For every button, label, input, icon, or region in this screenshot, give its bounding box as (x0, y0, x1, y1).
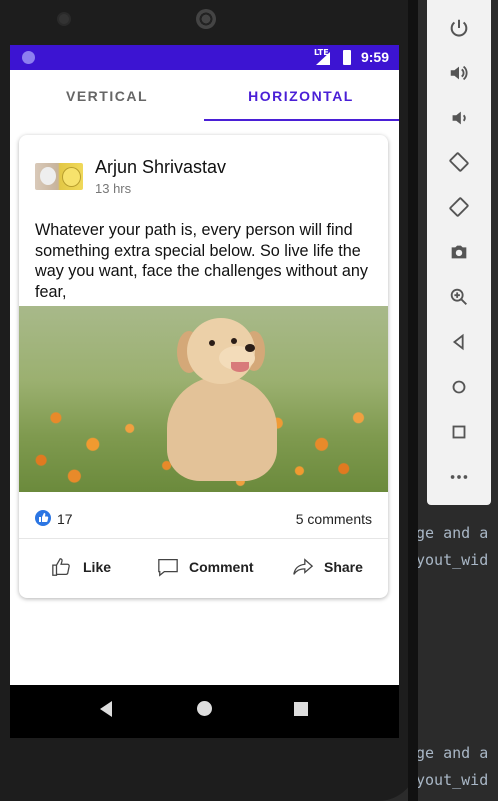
code-line: ge and a (416, 524, 489, 542)
nav-overview-icon[interactable] (294, 702, 308, 716)
phone-frame: LTE 9:59 VERTICAL HORIZONTAL Arjun Shriv… (0, 0, 418, 801)
back-icon[interactable] (427, 320, 491, 364)
status-bar: LTE 9:59 (10, 45, 399, 70)
like-count[interactable]: 17 (57, 511, 73, 527)
volume-down-icon[interactable] (427, 96, 491, 140)
like-reaction-icon (35, 510, 51, 526)
battery-icon (343, 50, 351, 65)
tab-vertical[interactable]: VERTICAL (10, 70, 204, 122)
share-label: Share (324, 559, 363, 575)
front-camera (57, 12, 71, 26)
thumbs-up-icon (52, 558, 70, 576)
status-time: 9:59 (360, 49, 389, 65)
power-icon[interactable] (427, 6, 491, 50)
comment-icon (158, 559, 178, 577)
divider (19, 538, 388, 539)
notification-icon (22, 51, 35, 64)
post-author[interactable]: Arjun Shrivastav (95, 157, 226, 178)
like-button[interactable]: Like (51, 551, 111, 583)
puppy-eye (231, 338, 237, 344)
post-stats: 17 5 comments (19, 505, 388, 535)
earpiece-speaker (196, 9, 216, 29)
home-icon[interactable] (427, 365, 491, 409)
tab-horizontal[interactable]: HORIZONTAL (204, 70, 398, 122)
share-button[interactable]: Share (292, 551, 363, 583)
post-text: Whatever your path is, every person will… (35, 221, 368, 301)
code-line: yout_wid (416, 771, 489, 789)
signal-icon (316, 52, 330, 65)
like-label: Like (83, 559, 112, 575)
post-image[interactable] (19, 306, 388, 492)
emulator-toolbar (427, 0, 491, 505)
comment-label: Comment (189, 559, 254, 575)
camera-icon[interactable] (427, 230, 491, 274)
volume-up-icon[interactable] (427, 51, 491, 95)
rotate-left-icon[interactable] (427, 140, 491, 184)
more-icon[interactable] (427, 455, 491, 499)
code-line: yout_wid (416, 551, 489, 569)
tab-bar: VERTICAL HORIZONTAL (10, 70, 399, 122)
post-actions: Like Comment Share (19, 543, 388, 591)
avatar[interactable] (35, 163, 83, 190)
comment-count[interactable]: 5 comments (296, 511, 372, 527)
share-icon (293, 558, 314, 575)
puppy-nose (245, 344, 255, 352)
puppy-tongue (231, 362, 249, 372)
phone-edge (408, 0, 418, 801)
post-time: 13 hrs (95, 181, 132, 196)
zoom-icon[interactable] (427, 275, 491, 319)
avatar-face-left (40, 167, 56, 185)
system-nav-bar (10, 685, 399, 738)
avatar-face-right (62, 167, 81, 187)
code-line: ge and a (416, 744, 489, 762)
puppy-body (167, 376, 277, 481)
tab-indicator (204, 119, 399, 121)
nav-back-icon[interactable] (98, 700, 114, 718)
nav-home-icon[interactable] (196, 700, 213, 717)
comment-button[interactable]: Comment (157, 551, 254, 583)
puppy-eye (209, 340, 215, 346)
post-card: Arjun Shrivastav 13 hrs Whatever your pa… (19, 135, 388, 598)
rotate-right-icon[interactable] (427, 185, 491, 229)
overview-icon[interactable] (427, 410, 491, 454)
phone-screen: LTE 9:59 VERTICAL HORIZONTAL Arjun Shriv… (10, 45, 399, 738)
